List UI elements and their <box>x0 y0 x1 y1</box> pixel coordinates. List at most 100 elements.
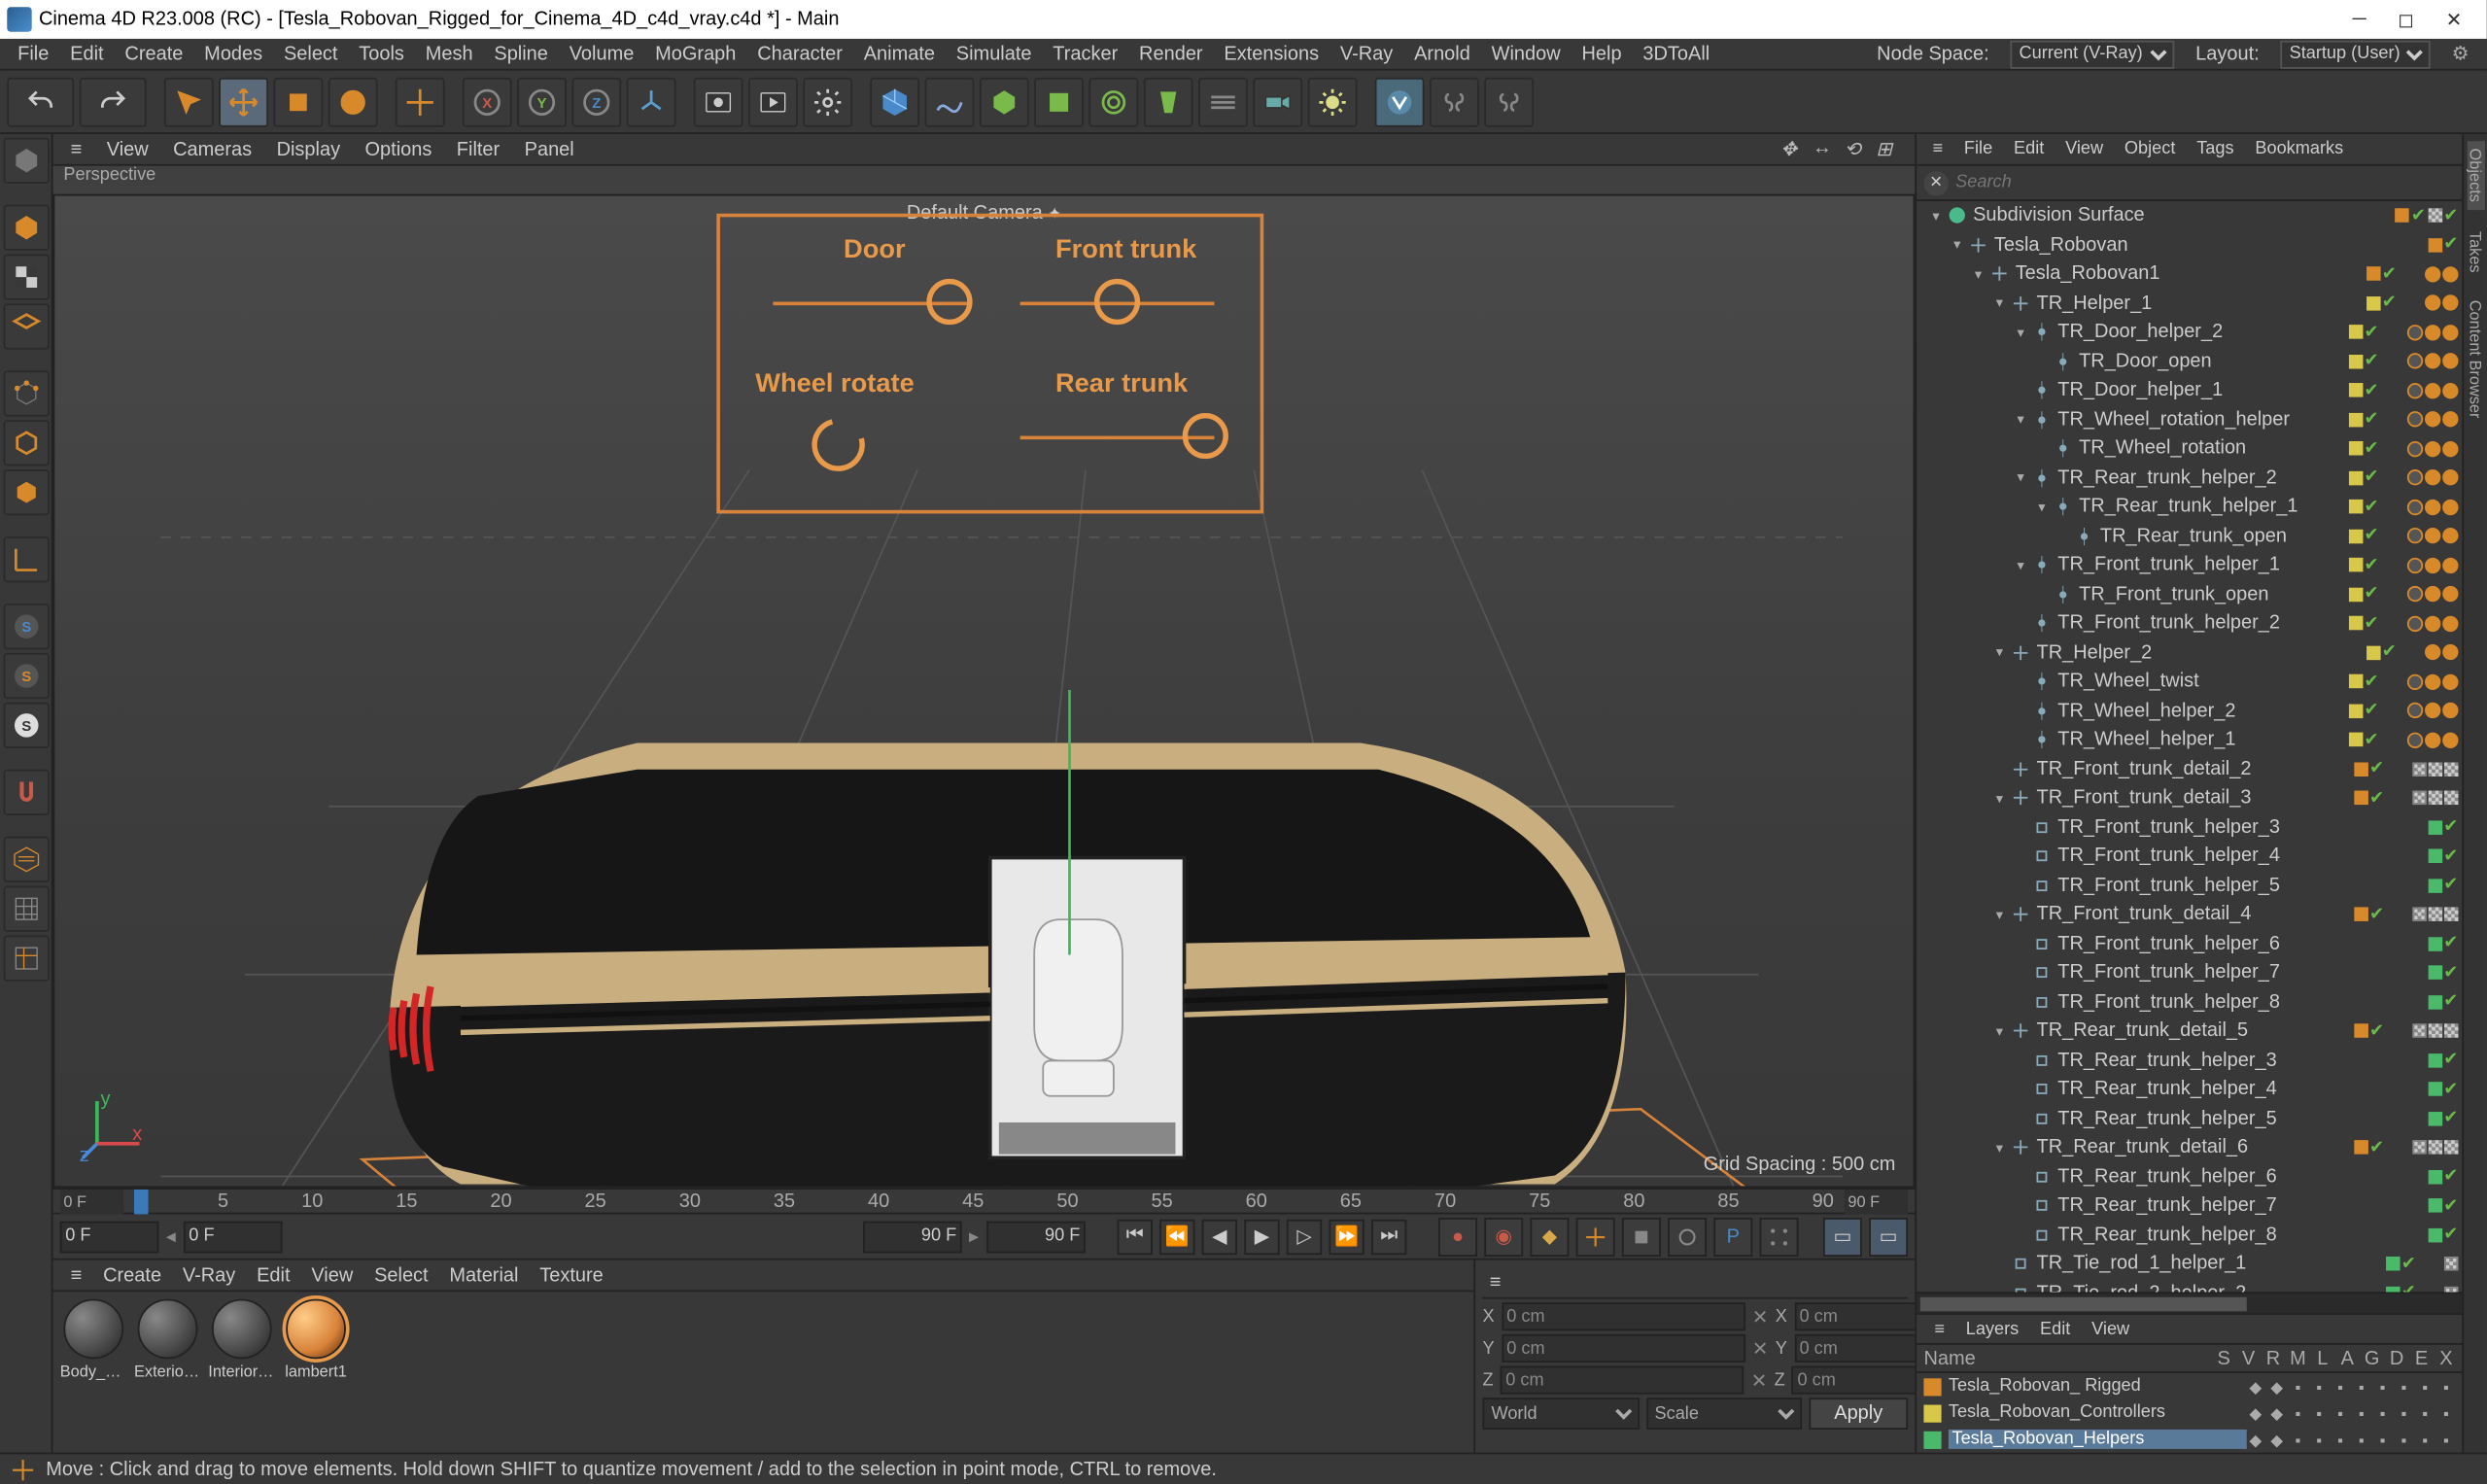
maximize-button[interactable]: ◻ <box>2398 8 2414 31</box>
hud-front-knob[interactable] <box>1094 279 1140 325</box>
script-button-1[interactable] <box>1430 77 1479 126</box>
tree-node[interactable]: TR_Wheel_twist ✔ <box>1917 667 2462 696</box>
hud-rear-knob[interactable] <box>1183 413 1228 459</box>
tree-twisty[interactable]: ▾ <box>2012 557 2029 572</box>
tree-node[interactable]: TR_Front_trunk_helper_8 ✔ <box>1917 987 2462 1017</box>
script-button-2[interactable] <box>1484 77 1534 126</box>
node-name[interactable]: TR_Wheel_rotation_helper <box>2057 409 2348 431</box>
node-name[interactable]: TR_Wheel_helper_1 <box>2057 729 2348 750</box>
tree-node[interactable]: ▾ TR_Rear_trunk_helper_2 ✔ <box>1917 464 2462 493</box>
vmenu-display[interactable]: Display <box>266 139 351 160</box>
3d-viewport[interactable]: Default Camera ✦ Door <box>52 194 1915 1188</box>
menu-mesh[interactable]: Mesh <box>415 43 484 64</box>
menu-window[interactable]: Window <box>1481 43 1572 64</box>
workplane-mode[interactable] <box>4 303 50 349</box>
node-name[interactable]: TR_Front_trunk_detail_4 <box>2037 904 2354 925</box>
viewport-solo-1[interactable]: S <box>4 604 50 649</box>
node-name[interactable]: TR_Front_trunk_helper_3 <box>2057 816 2428 838</box>
add-camera[interactable] <box>1253 77 1302 126</box>
key-param[interactable]: P <box>1713 1217 1752 1256</box>
menu-extensions[interactable]: Extensions <box>1213 43 1330 64</box>
menu-create[interactable]: Create <box>115 43 194 64</box>
menu-3dtoall[interactable]: 3DToAll <box>1632 43 1720 64</box>
tree-node[interactable]: ▾ TR_Rear_trunk_detail_5 ✔ <box>1917 1017 2462 1046</box>
layer-row[interactable]: Tesla_Robovan_ Rigged◆◆▪▪▪▪▪▪▪▪ <box>1917 1373 2462 1399</box>
add-generator[interactable] <box>980 77 1029 126</box>
node-name[interactable]: TR_Front_trunk_helper_5 <box>2057 875 2428 896</box>
add-environment[interactable] <box>1198 77 1248 126</box>
tree-node[interactable]: TR_Front_trunk_helper_7 ✔ <box>1917 958 2462 987</box>
node-name[interactable]: TR_Front_trunk_helper_4 <box>2057 846 2428 867</box>
object-tree[interactable]: ▾ Subdivision Surface ✔✔ ▾ Tesla_Robovan… <box>1917 201 2462 1292</box>
ommenu-bookmarks[interactable]: Bookmarks <box>2246 139 2352 158</box>
layer-row[interactable]: Tesla_Robovan_Controllers◆◆▪▪▪▪▪▪▪▪ <box>1917 1399 2462 1426</box>
key-rot[interactable] <box>1668 1217 1707 1256</box>
tree-node[interactable]: TR_Rear_trunk_helper_7 ✔ <box>1917 1191 2462 1221</box>
objmgr-search[interactable] <box>1955 173 2455 192</box>
vmenu-view[interactable]: View <box>96 139 159 160</box>
menu-arnold[interactable]: Arnold <box>1403 43 1481 64</box>
node-name[interactable]: TR_Front_trunk_open <box>2079 584 2348 605</box>
search-clear[interactable]: ✕ <box>1923 170 1948 194</box>
tree-node[interactable]: TR_Tie_rod_1_helper_1 ✔ <box>1917 1250 2462 1279</box>
dock-content-browser[interactable]: Content Browser <box>2467 293 2484 426</box>
tree-twisty[interactable]: ▾ <box>1990 907 2008 922</box>
tree-node[interactable]: TR_Front_trunk_helper_3 ✔ <box>1917 812 2462 842</box>
tree-node[interactable]: ▾ TR_Wheel_rotation_helper ✔ <box>1917 405 2462 434</box>
tree-node[interactable]: TR_Front_trunk_helper_6 ✔ <box>1917 929 2462 958</box>
tree-twisty[interactable]: ▾ <box>2033 499 2051 514</box>
make-editable[interactable] <box>4 138 50 184</box>
frame-start-input[interactable] <box>60 1221 159 1253</box>
menu-tools[interactable]: Tools <box>348 43 414 64</box>
view-toggle-icon[interactable]: ⊞ <box>1876 137 1900 161</box>
node-name[interactable]: TR_Rear_trunk_open <box>2100 526 2348 547</box>
timeline-start-cap[interactable]: 0 F <box>60 1190 123 1214</box>
coord-x[interactable] <box>1502 1302 1745 1330</box>
menu-file[interactable]: File <box>7 43 59 64</box>
model-mode[interactable] <box>4 205 50 251</box>
tree-twisty[interactable]: ▾ <box>2012 470 2029 486</box>
undo-button[interactable] <box>7 77 74 126</box>
view-zoom-icon[interactable]: ↔ <box>1813 137 1837 161</box>
matmenu-select[interactable]: Select <box>363 1264 438 1286</box>
node-space-select[interactable]: Current (V-Ray) <box>2010 40 2174 68</box>
material-0[interactable]: Body_M... <box>60 1299 127 1446</box>
node-name[interactable]: TR_Front_trunk_helper_8 <box>2057 991 2428 1013</box>
tree-node[interactable]: ▾ TR_Rear_trunk_helper_1 ✔ <box>1917 493 2462 522</box>
matmenu-material[interactable]: Material <box>439 1264 530 1286</box>
menu-mograph[interactable]: MoGraph <box>644 43 746 64</box>
tree-hscroll[interactable] <box>1917 1292 2462 1313</box>
vmenu-panel[interactable]: Panel <box>514 139 585 160</box>
menu-modes[interactable]: Modes <box>193 43 273 64</box>
viewport-solo-3[interactable]: S <box>4 703 50 748</box>
viewport-menu-icon[interactable]: ≡ <box>60 139 92 160</box>
node-name[interactable]: TR_Front_trunk_detail_3 <box>2037 787 2354 809</box>
coord-y[interactable] <box>1502 1334 1745 1363</box>
menu-help[interactable]: Help <box>1572 43 1633 64</box>
tree-node[interactable]: TR_Rear_trunk_helper_3 ✔ <box>1917 1046 2462 1075</box>
timeline-end-cap[interactable]: 90 F <box>1845 1190 1908 1214</box>
tree-twisty[interactable]: ▾ <box>1970 266 1987 282</box>
tree-node[interactable]: TR_Wheel_helper_2 ✔ <box>1917 696 2462 725</box>
tree-twisty[interactable]: ▾ <box>1949 237 1966 253</box>
menu-animate[interactable]: Animate <box>853 43 946 64</box>
node-name[interactable]: TR_Tie_rod_1_helper_1 <box>2037 1254 2386 1275</box>
node-name[interactable]: TR_Door_open <box>2079 351 2348 372</box>
node-name[interactable]: TR_Rear_trunk_detail_5 <box>2037 1020 2354 1042</box>
edges-mode[interactable] <box>4 420 50 466</box>
vray-button[interactable] <box>1375 77 1425 126</box>
node-name[interactable]: TR_Door_helper_2 <box>2057 322 2348 343</box>
playhead[interactable] <box>134 1190 149 1214</box>
ommenu-tags[interactable]: Tags <box>2188 139 2243 158</box>
menu-simulate[interactable]: Simulate <box>946 43 1043 64</box>
node-name[interactable]: TR_Rear_trunk_helper_4 <box>2057 1079 2428 1100</box>
points-mode[interactable] <box>4 370 50 416</box>
node-name[interactable]: TR_Front_trunk_helper_2 <box>2057 613 2348 635</box>
axis-mode[interactable] <box>4 536 50 582</box>
axis-x-lock[interactable]: X <box>463 77 512 126</box>
frame-end-range[interactable] <box>863 1221 962 1253</box>
tree-node[interactable]: ▾ Tesla_Robovan1 ✔ <box>1917 259 2462 289</box>
menu-spline[interactable]: Spline <box>483 43 558 64</box>
move-tool[interactable] <box>219 77 268 126</box>
tree-node[interactable]: TR_Wheel_helper_1 ✔ <box>1917 725 2462 754</box>
